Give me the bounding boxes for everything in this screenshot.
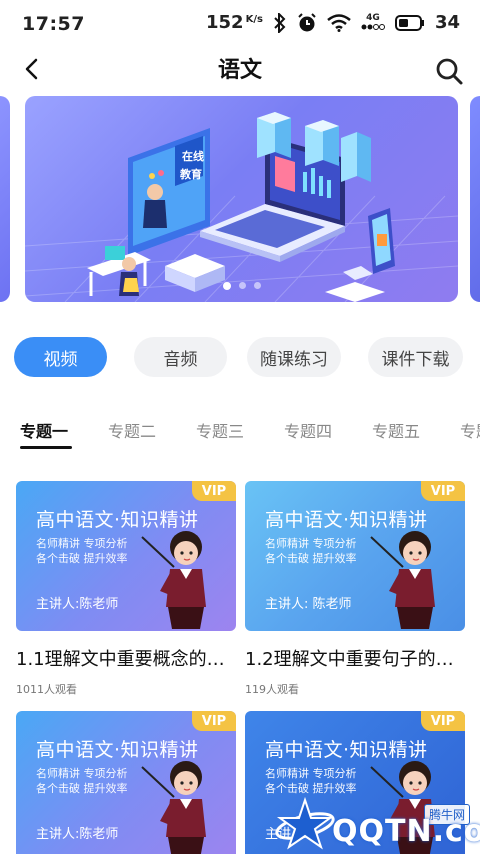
course-card[interactable]: VIP 高中语文·知识精讲 名师精讲 专项分析 各个击破 提升效率 主讲人: 陈老… xyxy=(245,481,465,697)
battery-level: 34 xyxy=(434,12,460,33)
tab-topic-4[interactable]: 专题四 xyxy=(284,418,372,450)
network-type-label: 4G xyxy=(366,13,380,23)
tab-topic-1[interactable]: 专题一 xyxy=(20,418,108,450)
network-type: 4G xyxy=(361,14,385,31)
nav-bar: 语文 xyxy=(0,48,480,92)
star-logo-icon xyxy=(275,796,335,850)
course-title[interactable]: 1.2理解文中重要句子的含义 xyxy=(245,645,465,671)
banner-board-text-2: 教育 xyxy=(179,167,202,181)
course-thumbnail[interactable]: VIP 高中语文·知识精讲 名师精讲 专项分析 各个击破 提升效率 主讲人: 陈老… xyxy=(245,481,465,631)
battery-icon xyxy=(394,14,424,31)
thumbnail-subtitle-line-1: 名师精讲 专项分析 xyxy=(36,767,128,780)
vip-badge: VIP xyxy=(421,711,465,731)
thumbnail-lecturer: 主讲人:陈老师 xyxy=(36,597,119,612)
alarm-icon xyxy=(298,12,316,31)
bluetooth-icon xyxy=(274,12,286,33)
chip-video[interactable]: 视频 xyxy=(14,337,107,377)
category-chips: 视频 音频 随课练习 课件下载 xyxy=(14,337,463,377)
online-education-illustration: 在线 教育 xyxy=(25,112,458,302)
banner-next-peek[interactable] xyxy=(470,96,480,302)
net-speed: 152 K/s xyxy=(206,12,263,33)
thumbnail-subtitle-line-2: 各个击破 提升效率 xyxy=(36,782,128,795)
tab-topic-6[interactable]: 专题 xyxy=(460,418,480,450)
search-icon xyxy=(436,58,463,85)
search-button[interactable] xyxy=(434,56,464,86)
signal-dots-icon xyxy=(361,24,385,30)
banner-dot-3[interactable] xyxy=(253,282,261,289)
thumbnail-subtitle: 名师精讲 专项分析 各个击破 提升效率 xyxy=(36,536,128,566)
site-watermark: 腾牛网 QQTN.com xyxy=(270,790,480,854)
wifi-icon xyxy=(327,13,351,32)
thumbnail-subtitle: 名师精讲 专项分析 各个击破 提升效率 xyxy=(265,536,357,566)
course-card[interactable]: VIP 高中语文·知识精讲 名师精讲 专项分析 各个击破 提升效率 主讲人:陈老师 xyxy=(16,711,236,854)
page-title: 语文 xyxy=(217,58,262,83)
thumbnail-lecturer: 主讲人:陈老师 xyxy=(36,827,119,842)
thumbnail-subtitle-line-2: 各个击破 提升效率 xyxy=(36,552,128,565)
net-speed-unit: K/s xyxy=(245,14,263,25)
app-screen: 17:57 152 K/s 4G 34 语文 在线 教育 视频 音频 随课练习 … xyxy=(0,0,480,854)
banner-prev-peek[interactable] xyxy=(0,96,10,302)
status-bar: 17:57 152 K/s 4G 34 xyxy=(0,0,480,48)
vip-badge: VIP xyxy=(421,481,465,501)
course-thumbnail[interactable]: VIP 高中语文·知识精讲 名师精讲 专项分析 各个击破 提升效率 主讲人:陈老师 xyxy=(16,711,236,854)
thumbnail-subtitle-line-2: 各个击破 提升效率 xyxy=(265,552,357,565)
chip-courseware-download[interactable]: 课件下载 xyxy=(368,337,463,377)
teacher-illustration xyxy=(141,761,206,854)
banner-board-text-1: 在线 xyxy=(182,149,204,163)
course-title[interactable]: 1.1理解文中重要概念的含义 xyxy=(16,645,236,671)
thumbnail-subtitle-line-1: 名师精讲 专项分析 xyxy=(265,537,357,550)
status-right: 152 K/s 4G 34 xyxy=(206,12,460,33)
banner-dot-1[interactable] xyxy=(222,282,231,290)
teacher-illustration xyxy=(370,531,435,629)
banner-slide[interactable]: 在线 教育 xyxy=(25,96,458,302)
thumbnail-subtitle-line-1: 名师精讲 专项分析 xyxy=(36,537,128,550)
topic-tabs: 专题一 专题二 专题三 专题四 专题五 专题 xyxy=(20,418,480,450)
net-speed-value: 152 xyxy=(206,12,244,33)
vip-badge: VIP xyxy=(192,711,236,731)
thumbnail-subtitle: 名师精讲 专项分析 各个击破 提升效率 xyxy=(36,766,128,796)
teacher-illustration xyxy=(141,531,206,629)
banner-carousel[interactable]: 在线 教育 xyxy=(0,96,480,302)
tab-topic-5[interactable]: 专题五 xyxy=(372,418,460,450)
course-thumbnail[interactable]: VIP 高中语文·知识精讲 名师精讲 专项分析 各个击破 提升效率 主讲人:陈老师 xyxy=(16,481,236,631)
chip-audio[interactable]: 音频 xyxy=(134,337,227,377)
banner-indicator xyxy=(25,282,458,290)
tab-topic-3[interactable]: 专题三 xyxy=(196,418,284,450)
banner-dot-2[interactable] xyxy=(238,282,246,289)
status-time: 17:57 xyxy=(22,13,85,35)
vip-badge: VIP xyxy=(192,481,236,501)
course-views: 119人观看 xyxy=(245,683,299,696)
chip-practice[interactable]: 随课练习 xyxy=(247,337,341,377)
course-card[interactable]: VIP 高中语文·知识精讲 名师精讲 专项分析 各个击破 提升效率 主讲人:陈老师… xyxy=(16,481,236,697)
thumbnail-subtitle-line-1: 名师精讲 专项分析 xyxy=(265,767,357,780)
watermark-logo-text: QQTN.com xyxy=(332,814,480,849)
tab-topic-2[interactable]: 专题二 xyxy=(108,418,196,450)
course-views: 1011人观看 xyxy=(16,683,77,696)
thumbnail-lecturer: 主讲人: 陈老师 xyxy=(265,597,352,612)
